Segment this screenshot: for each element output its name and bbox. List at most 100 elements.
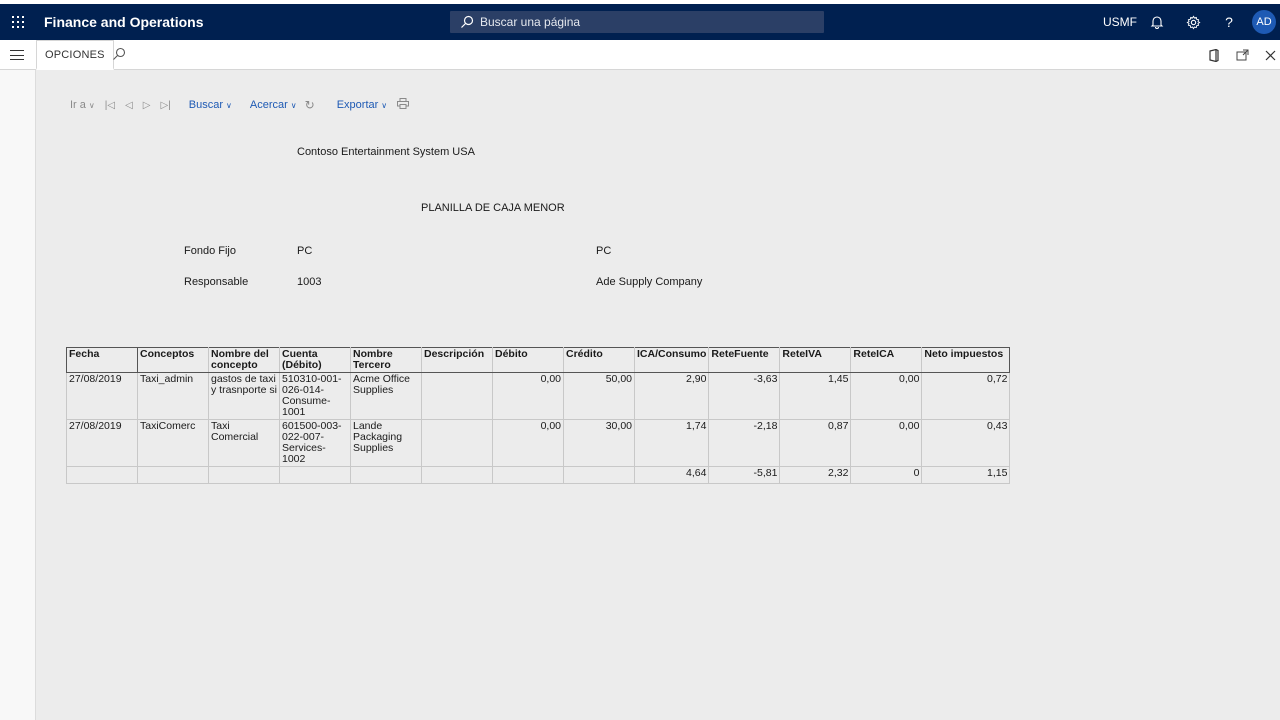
column-header: ReteIVA <box>779 347 852 373</box>
cell-debito: 0,00 <box>492 372 564 420</box>
export-button[interactable]: Exportar ∨ <box>337 99 387 111</box>
column-header: Neto impuestos <box>921 347 1011 373</box>
cell-credito: 50,00 <box>563 372 635 420</box>
cell-descripcion <box>421 372 493 420</box>
chevron-down-icon: ∨ <box>381 100 388 110</box>
search-placeholder: Buscar una página <box>480 15 581 29</box>
column-header: Débito <box>492 347 564 373</box>
responsable-value: 1003 <box>297 276 322 288</box>
cell-reteiva: 1,45 <box>779 372 852 420</box>
cell-concepto: Taxi_admin <box>137 372 209 420</box>
find-button[interactable]: Buscar ∨ <box>189 99 232 111</box>
totals-row: 4,64 -5,81 2,32 0 1,15 <box>66 466 1011 484</box>
cell-ica: 1,74 <box>633 419 710 467</box>
cell-neto: 0,72 <box>921 372 1011 420</box>
avatar[interactable]: AD <box>1252 10 1276 34</box>
zoom-label: Acercar <box>249 99 288 111</box>
petty-cash-table: Fecha Conceptos Nombre del concepto Cuen… <box>66 347 1011 484</box>
company-selector[interactable]: USMF <box>1103 15 1137 29</box>
column-header: Cuenta (Débito) <box>279 347 351 373</box>
search-icon <box>461 15 474 28</box>
cell-cuenta: 510310-001-026-014-Consume-1001 <box>279 372 351 420</box>
column-header: Descripción <box>421 347 493 373</box>
action-search-icon[interactable] <box>112 47 126 61</box>
cell-retefuente: -3,63 <box>708 372 781 420</box>
column-header: ICA/Consumo <box>633 347 710 373</box>
cell-credito: 30,00 <box>563 419 635 467</box>
goto-button[interactable]: Ir a ∨ <box>70 99 95 111</box>
column-header: Nombre Tercero <box>350 347 422 373</box>
report-viewer: Ir a ∨ |◁ ◁ ▷ ▷| Buscar ∨ Acercar ∨ ↻ Ex… <box>36 70 1280 720</box>
cell-fecha: 27/08/2019 <box>66 372 138 420</box>
column-header: Fecha <box>66 347 138 373</box>
column-header: ReteFuente <box>708 347 781 373</box>
column-header: ReteICA <box>850 347 923 373</box>
fondo-fijo-value: PC <box>297 245 313 257</box>
bell-icon[interactable] <box>1147 12 1167 32</box>
cell-reteica: 0,00 <box>850 372 923 420</box>
cell-fecha: 27/08/2019 <box>66 419 138 467</box>
cell-nombre-concepto: gastos de taxi y trasnporte si <box>208 372 280 420</box>
empty-cell <box>279 466 351 484</box>
close-icon[interactable] <box>1262 47 1278 63</box>
empty-cell <box>66 466 138 484</box>
goto-label: Ir a <box>70 99 86 111</box>
total-reteiva: 2,32 <box>779 466 852 484</box>
column-header: Nombre del concepto <box>208 347 280 373</box>
empty-cell <box>208 466 280 484</box>
hamburger-menu-icon[interactable] <box>10 50 24 60</box>
app-launcher-icon[interactable] <box>0 4 36 40</box>
fondo-fijo-description: PC <box>596 245 612 257</box>
help-icon[interactable]: ? <box>1219 12 1239 32</box>
gear-icon[interactable] <box>1183 12 1203 32</box>
total-ica: 4,64 <box>633 466 710 484</box>
refresh-icon[interactable]: ↻ <box>305 98 315 112</box>
office-icon[interactable] <box>1206 47 1222 63</box>
cell-cuenta: 601500-003-022-007-Services-1002 <box>279 419 351 467</box>
column-header: Crédito <box>563 347 635 373</box>
app-title[interactable]: Finance and Operations <box>44 14 203 30</box>
cell-reteiva: 0,87 <box>779 419 852 467</box>
chevron-down-icon: ∨ <box>226 100 232 110</box>
first-page-icon[interactable]: |◁ <box>105 100 115 111</box>
export-label: Exportar <box>336 99 379 111</box>
cell-ica: 2,90 <box>633 372 710 420</box>
action-bar: OPCIONES <box>0 40 1280 70</box>
cell-tercero: Acme Office Supplies <box>350 372 422 420</box>
cell-reteica: 0,00 <box>850 419 923 467</box>
page-search-input[interactable]: Buscar una página <box>450 11 824 33</box>
tab-opciones[interactable]: OPCIONES <box>36 40 114 70</box>
previous-page-icon[interactable]: ◁ <box>125 100 133 111</box>
last-page-icon[interactable]: ▷| <box>160 100 170 111</box>
zoom-button[interactable]: Acercar ∨ <box>250 99 297 111</box>
open-new-window-icon[interactable] <box>1234 47 1250 63</box>
total-retefuente: -5,81 <box>708 466 781 484</box>
table-header-row: Fecha Conceptos Nombre del concepto Cuen… <box>66 347 1011 373</box>
responsable-description: Ade Supply Company <box>596 276 703 288</box>
cell-retefuente: -2,18 <box>708 419 781 467</box>
chevron-down-icon: ∨ <box>88 100 95 110</box>
table-row: 27/08/2019 TaxiComerc Taxi Comercial 601… <box>66 419 1011 467</box>
report-title: PLANILLA DE CAJA MENOR <box>421 202 565 214</box>
total-neto: 1,15 <box>921 466 1011 484</box>
empty-cell <box>421 466 493 484</box>
find-label: Buscar <box>188 99 224 111</box>
top-nav-bar: Finance and Operations Buscar una página… <box>0 0 1280 40</box>
next-page-icon[interactable]: ▷ <box>143 100 151 111</box>
cell-nombre-concepto: Taxi Comercial <box>208 419 280 467</box>
report-toolbar: Ir a ∨ |◁ ◁ ▷ ▷| Buscar ∨ Acercar ∨ ↻ Ex… <box>70 98 419 112</box>
empty-cell <box>137 466 209 484</box>
empty-cell <box>350 466 422 484</box>
cell-concepto: TaxiComerc <box>137 419 209 467</box>
print-icon[interactable] <box>397 98 410 112</box>
column-header: Conceptos <box>137 347 209 373</box>
empty-cell <box>563 466 635 484</box>
table-row: 27/08/2019 Taxi_admin gastos de taxi y t… <box>66 372 1011 420</box>
fondo-fijo-label: Fondo Fijo <box>184 245 236 257</box>
cell-neto: 0,43 <box>921 419 1011 467</box>
left-navigation-rail <box>0 70 36 720</box>
responsable-label: Responsable <box>184 276 249 288</box>
company-name: Contoso Entertainment System USA <box>297 146 475 158</box>
cell-tercero: Lande Packaging Supplies <box>350 419 422 467</box>
cell-descripcion <box>421 419 493 467</box>
